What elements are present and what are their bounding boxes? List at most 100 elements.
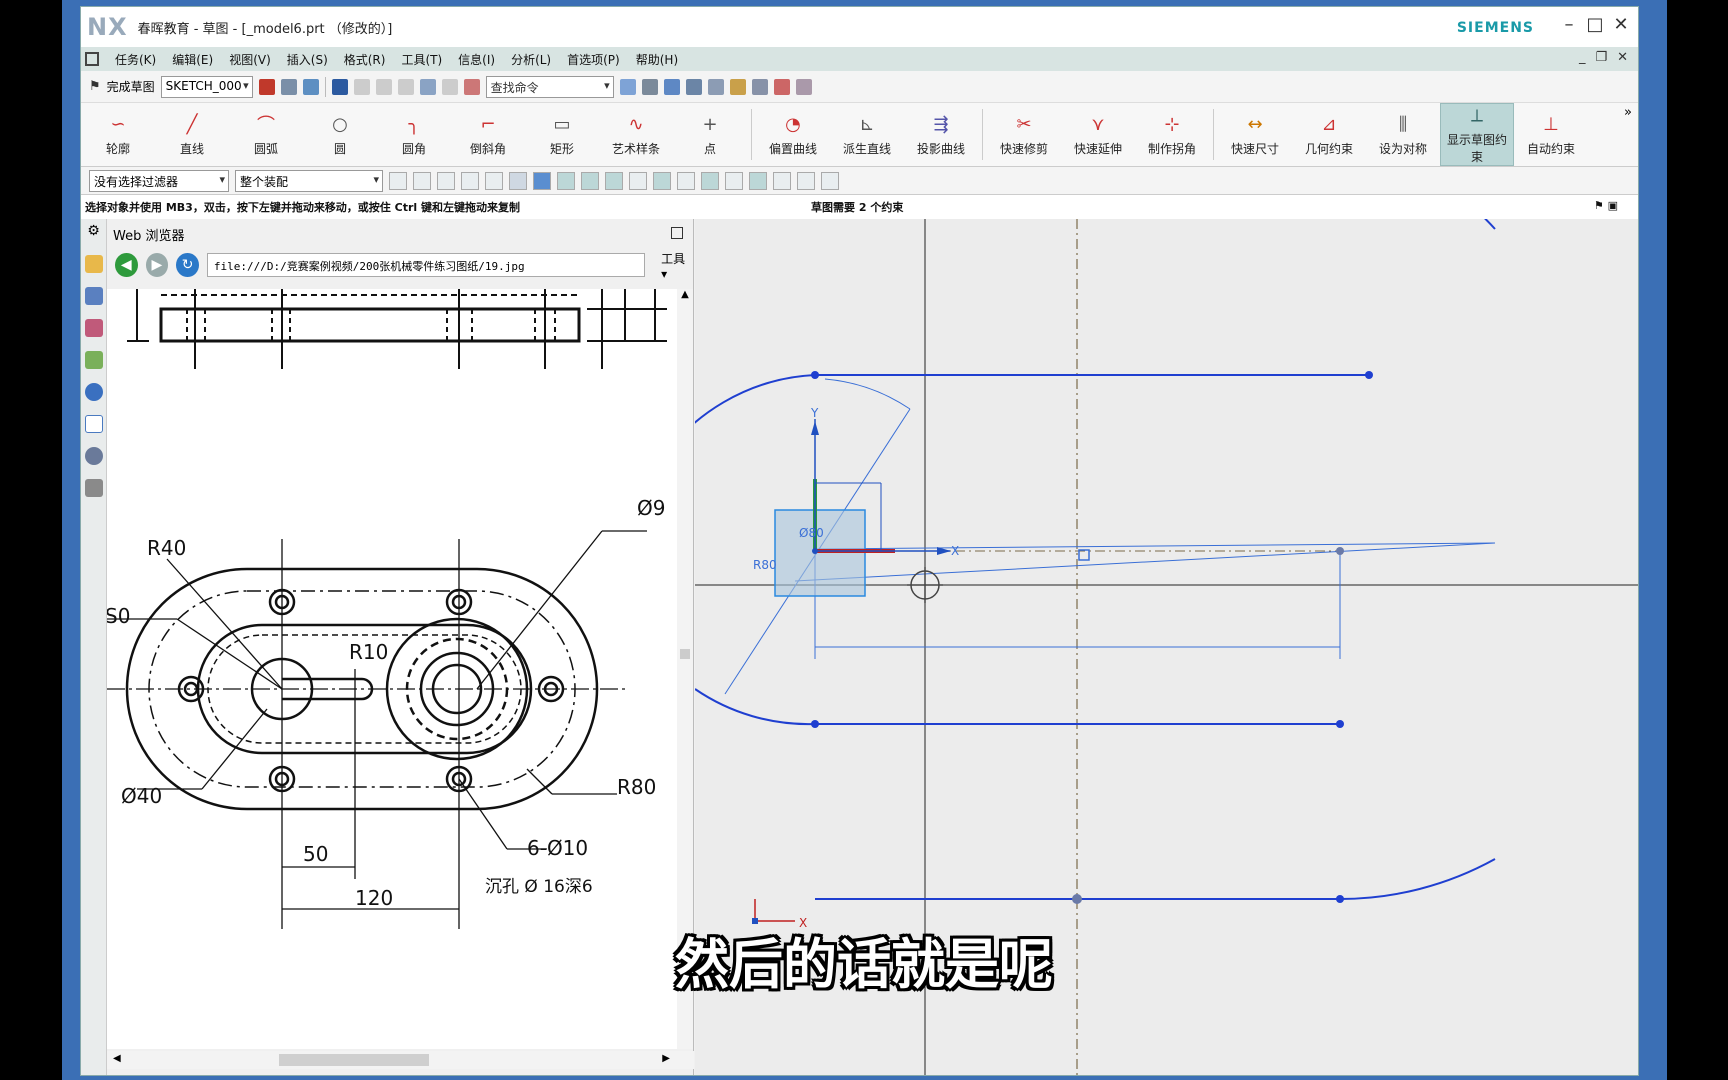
- shaded-icon[interactable]: [663, 78, 680, 95]
- ribbon-show-constraints-button[interactable]: ⟂ 显示草图约束: [1440, 103, 1514, 166]
- ribbon-quick-extend-button[interactable]: ⋎ 快速延伸: [1061, 103, 1135, 166]
- menu-item-help[interactable]: 帮助(H): [636, 51, 678, 68]
- ribbon-make-corner-button[interactable]: ⊹ 制作拐角: [1135, 103, 1209, 166]
- body-select-icon[interactable]: [533, 171, 551, 190]
- command-finder-icon[interactable]: [463, 78, 480, 95]
- snap-intersection-icon[interactable]: [677, 171, 695, 190]
- command-search-input[interactable]: 查找命令: [485, 75, 614, 98]
- snap-point-cross-icon[interactable]: [749, 171, 767, 190]
- update-model-icon[interactable]: [302, 78, 319, 95]
- ribbon-chamfer-button[interactable]: ⌐ 倒斜角: [451, 103, 525, 166]
- ribbon-more-icon[interactable]: »: [1624, 105, 1632, 120]
- snap-endpoint-icon[interactable]: [557, 171, 575, 190]
- filter-reset-icon[interactable]: [389, 171, 407, 190]
- snap-point-icon[interactable]: [729, 78, 746, 95]
- cut-icon[interactable]: [353, 78, 370, 95]
- menu-item-insert[interactable]: 插入(S): [287, 51, 328, 68]
- selection-scope-select[interactable]: 整个装配: [235, 169, 383, 192]
- web-browser-icon[interactable]: [84, 415, 103, 433]
- ribbon-spline-button[interactable]: ∿ 艺术样条: [599, 103, 673, 166]
- mdi-restore-button[interactable]: ❐: [1595, 50, 1607, 65]
- browser-tools-menu[interactable]: 工具 ▾: [661, 250, 693, 281]
- section-view-icon[interactable]: [685, 78, 702, 95]
- horizontal-scrollbar[interactable]: ◀ ▶: [107, 1051, 694, 1069]
- copy-icon[interactable]: [375, 78, 392, 95]
- reattach-icon[interactable]: [280, 78, 297, 95]
- refresh-icon[interactable]: ↻: [176, 253, 199, 277]
- ribbon-line-button[interactable]: ╱ 直线: [155, 103, 229, 166]
- menu-item-edit[interactable]: 编辑(E): [172, 51, 213, 68]
- sketch-name-select[interactable]: SKETCH_000: [160, 75, 253, 98]
- measure-icon[interactable]: [773, 78, 790, 95]
- browser-maximize-button[interactable]: [671, 227, 683, 239]
- scroll-right-icon[interactable]: ▶: [662, 1053, 670, 1064]
- status-flag-icon[interactable]: ⚑ ▣: [1594, 199, 1618, 212]
- url-input[interactable]: file:///D:/竞赛案例视频/200张机械零件练习图纸/19.jpg: [206, 253, 646, 277]
- menu-item-view[interactable]: 视图(V): [229, 51, 271, 68]
- ribbon-derived-line-button[interactable]: ⊾ 派生直线: [830, 103, 904, 166]
- mdi-close-button[interactable]: ✕: [1617, 50, 1628, 65]
- hscroll-thumb[interactable]: [279, 1054, 429, 1066]
- system-materials-icon[interactable]: [84, 479, 103, 497]
- ruler-icon[interactable]: [795, 78, 812, 95]
- ribbon-make-symmetric-button[interactable]: ⫼ 设为对称: [1366, 103, 1440, 166]
- selection-filter-select[interactable]: 没有选择过滤器: [89, 169, 229, 192]
- close-button[interactable]: ✕: [1610, 13, 1632, 37]
- menu-item-preferences[interactable]: 首选项(P): [567, 51, 620, 68]
- hd3d-tools-icon[interactable]: [84, 383, 103, 401]
- ribbon-profile-button[interactable]: ∽ 轮廓: [81, 103, 155, 166]
- ribbon-auto-constraint-button[interactable]: ⊥ 自动约束: [1514, 103, 1588, 166]
- select-all-icon[interactable]: [413, 171, 431, 190]
- selection-icon[interactable]: [751, 78, 768, 95]
- save-icon[interactable]: [331, 78, 348, 95]
- menu-item-task[interactable]: 任务(K): [115, 51, 156, 68]
- finish-sketch-flag-icon[interactable]: ⚑: [89, 79, 101, 94]
- paste-icon[interactable]: [397, 78, 414, 95]
- snap-tangent-icon[interactable]: [629, 171, 647, 190]
- ribbon-rapid-dimension-button[interactable]: ↔ 快速尺寸: [1218, 103, 1292, 166]
- snap-midpoint-icon[interactable]: [581, 171, 599, 190]
- layer-icon[interactable]: [707, 78, 724, 95]
- menu-item-info[interactable]: 信息(I): [458, 51, 495, 68]
- ribbon-rectangle-button[interactable]: ▭ 矩形: [525, 103, 599, 166]
- ribbon-arc-button[interactable]: ⌒ 圆弧: [229, 103, 303, 166]
- rectangle-select-icon[interactable]: [485, 171, 503, 190]
- finish-sketch-button[interactable]: 完成草图: [107, 78, 155, 95]
- sketch-tool-icon[interactable]: [258, 78, 275, 95]
- mdi-minimize-button[interactable]: _: [1579, 50, 1586, 65]
- menu-item-analysis[interactable]: 分析(L): [511, 51, 551, 68]
- undo-icon[interactable]: [419, 78, 436, 95]
- constraint-navigator-icon[interactable]: [84, 319, 103, 337]
- maximize-button[interactable]: □: [1584, 13, 1606, 37]
- history-icon[interactable]: [84, 447, 103, 465]
- snap-circle-icon[interactable]: [725, 171, 743, 190]
- ribbon-point-button[interactable]: + 点: [673, 103, 747, 166]
- redo-icon[interactable]: [441, 78, 458, 95]
- view-orient-icon[interactable]: [619, 78, 636, 95]
- snap-quadrant-icon[interactable]: [653, 171, 671, 190]
- ribbon-project-curve-button[interactable]: ⇶ 投影曲线: [904, 103, 978, 166]
- ribbon-fillet-button[interactable]: ╮ 圆角: [377, 103, 451, 166]
- ribbon-circle-button[interactable]: ○ 圆: [303, 103, 377, 166]
- scroll-thumb[interactable]: [680, 649, 690, 659]
- feature-select-icon[interactable]: [509, 171, 527, 190]
- snap-line-icon[interactable]: [773, 171, 791, 190]
- assembly-navigator-icon[interactable]: [84, 287, 103, 305]
- deselect-icon[interactable]: [461, 171, 479, 190]
- back-icon[interactable]: ◀: [115, 253, 138, 277]
- settings-icon[interactable]: ⚙: [85, 223, 103, 241]
- part-navigator-icon[interactable]: [84, 255, 103, 273]
- snap-on-curve-icon[interactable]: [605, 171, 623, 190]
- minimize-button[interactable]: –: [1558, 13, 1580, 37]
- menu-item-tools[interactable]: 工具(T): [401, 51, 442, 68]
- ribbon-geometric-constraint-button[interactable]: ⊿ 几何约束: [1292, 103, 1366, 166]
- forward-icon[interactable]: ▶: [145, 253, 169, 277]
- scroll-left-icon[interactable]: ◀: [113, 1053, 121, 1064]
- snap-center-icon[interactable]: [701, 171, 719, 190]
- menu-grid-icon[interactable]: [85, 52, 99, 66]
- ribbon-quick-trim-button[interactable]: ✂ 快速修剪: [987, 103, 1061, 166]
- ribbon-offset-curve-button[interactable]: ◔ 偏置曲线: [756, 103, 830, 166]
- add-selection-icon[interactable]: [437, 171, 455, 190]
- render-style-icon[interactable]: [641, 78, 658, 95]
- snap-extended-icon[interactable]: [797, 171, 815, 190]
